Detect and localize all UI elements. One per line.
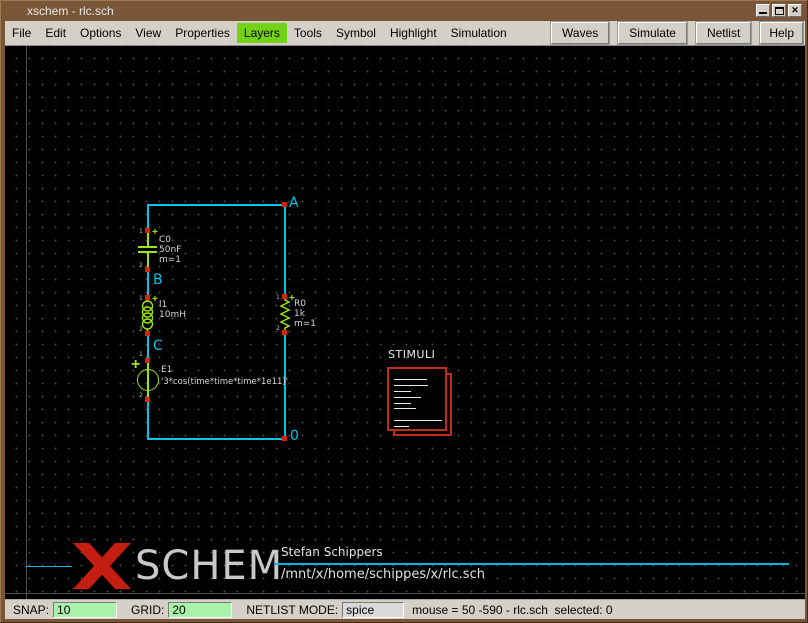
junction-pin-a xyxy=(282,202,287,207)
net-label-a[interactable]: A xyxy=(289,196,299,210)
inductor-value: 10mH xyxy=(159,310,186,320)
menu-properties[interactable]: Properties xyxy=(168,23,237,43)
source-pin-1 xyxy=(145,358,150,363)
wire-right-upper[interactable] xyxy=(284,204,286,296)
source-pin-2 xyxy=(145,397,150,402)
snap-label: SNAP: xyxy=(13,603,49,617)
stimuli-text-line xyxy=(394,385,428,386)
waves-button[interactable]: Waves xyxy=(551,22,609,44)
wire-node-c[interactable] xyxy=(147,333,149,360)
source-value: '3*cos(time*time*time*1e11)' xyxy=(161,377,288,387)
stimuli-text-line xyxy=(394,408,416,409)
inductor-ref: l1 xyxy=(159,300,167,310)
mouse-status-text: mouse = 50 -590 - rlc.sch selected: 0 xyxy=(412,603,612,617)
capacitor-value: 50nF xyxy=(159,245,181,255)
schematic-canvas[interactable]: A B C 0 + 1 2 C0 50nF m=1 xyxy=(5,46,805,599)
netlist-button[interactable]: Netlist xyxy=(696,22,751,44)
window-controls: ✕ xyxy=(756,4,802,17)
menubar: File Edit Options View Properties Layers… xyxy=(5,21,805,46)
menu-file[interactable]: File xyxy=(5,23,38,43)
menu-view[interactable]: View xyxy=(128,23,168,43)
source-ref: E1 xyxy=(161,365,172,375)
capacitor-pin-2 xyxy=(145,267,150,272)
stimuli-text-line xyxy=(394,391,411,392)
resistor-ref: R0 xyxy=(294,299,306,309)
menu-options[interactable]: Options xyxy=(73,23,128,43)
capacitor-pin-1 xyxy=(145,228,150,233)
resistor-pin-1 xyxy=(282,294,287,299)
window-title: xschem - rlc.sch xyxy=(27,4,114,18)
menu-edit[interactable]: Edit xyxy=(38,23,73,43)
maximize-icon xyxy=(775,7,784,15)
source-circle xyxy=(137,369,159,391)
capacitor-pinnum-2: 2 xyxy=(139,263,143,269)
menu-layers[interactable]: Layers xyxy=(237,23,287,43)
stimuli-text-line xyxy=(394,379,427,380)
help-button[interactable]: Help xyxy=(760,22,803,44)
stimuli-text-line xyxy=(394,426,409,427)
net-label-c[interactable]: C xyxy=(153,339,163,353)
capacitor-plus-icon: + xyxy=(152,229,158,237)
simulate-button[interactable]: Simulate xyxy=(618,22,687,44)
title-block-underline xyxy=(274,563,789,565)
source-pinnum-1: 1 xyxy=(139,352,143,358)
drawing-boundary-vertical xyxy=(26,46,27,599)
author-text: Stefan Schippers xyxy=(281,545,383,559)
stimuli-title: STIMULI xyxy=(388,348,435,361)
resistor-pin-2 xyxy=(282,330,287,335)
resistor-value: 1k xyxy=(294,309,305,319)
capacitor-plate-top xyxy=(138,246,157,248)
maximize-button[interactable] xyxy=(772,4,786,17)
xschem-logo-text: SCHEM xyxy=(135,545,283,587)
inductor-pinnum-2: 2 xyxy=(139,327,143,333)
menu-symbol[interactable]: Symbol xyxy=(329,23,383,43)
resistor-pinnum-2: 2 xyxy=(276,326,280,332)
wire-top[interactable] xyxy=(147,204,286,206)
capacitor-mult: m=1 xyxy=(159,255,181,265)
capacitor-ref: C0 xyxy=(159,235,171,245)
title-block-line-left xyxy=(26,566,72,567)
close-icon: ✕ xyxy=(791,5,799,15)
drawing-boundary-horizontal xyxy=(5,593,805,594)
stimuli-text-line xyxy=(394,403,411,404)
capacitor-pinnum-1: 1 xyxy=(139,229,143,235)
net-label-b[interactable]: B xyxy=(153,273,163,287)
inductor-plus-icon: + xyxy=(152,296,158,304)
wire-left-lower[interactable] xyxy=(147,400,149,440)
net-label-ground[interactable]: 0 xyxy=(290,429,299,443)
xschem-window: xschem - rlc.sch ✕ File Edit Options Vie… xyxy=(0,0,808,623)
inductor-pinnum-1: 1 xyxy=(139,296,143,302)
xschem-logo-x-icon xyxy=(73,543,131,589)
grid-input[interactable] xyxy=(168,602,232,618)
stimuli-text-line xyxy=(394,420,442,421)
stimuli-text-line xyxy=(394,397,421,398)
minimize-icon xyxy=(759,12,767,14)
menu-simulation[interactable]: Simulation xyxy=(444,23,514,43)
wire-bottom[interactable] xyxy=(147,438,286,440)
netlist-mode-input[interactable] xyxy=(342,602,404,618)
statusbar: SNAP: GRID: NETLIST MODE: mouse = 50 -59… xyxy=(5,599,805,619)
grid-label: GRID: xyxy=(131,603,164,617)
source-plus-icon: + xyxy=(131,358,140,371)
titlebar[interactable]: xschem - rlc.sch ✕ xyxy=(1,1,807,21)
snap-input[interactable] xyxy=(53,602,117,618)
inductor-pin-1 xyxy=(145,295,150,300)
menu-tools[interactable]: Tools xyxy=(287,23,329,43)
netlist-mode-label: NETLIST MODE: xyxy=(246,603,338,617)
file-path-text: /mnt/x/home/schippes/x/rlc.sch xyxy=(281,567,485,582)
minimize-button[interactable] xyxy=(756,4,770,17)
junction-pin-ground xyxy=(282,436,287,441)
close-button[interactable]: ✕ xyxy=(788,4,802,17)
menu-highlight[interactable]: Highlight xyxy=(383,23,444,43)
inductor-pin-2 xyxy=(145,331,150,336)
stimuli-box xyxy=(387,367,447,431)
resistor-pinnum-1: 1 xyxy=(276,295,280,301)
resistor-mult: m=1 xyxy=(294,319,316,329)
source-pinnum-2: 2 xyxy=(139,393,143,399)
wire-node-b[interactable] xyxy=(147,270,149,297)
